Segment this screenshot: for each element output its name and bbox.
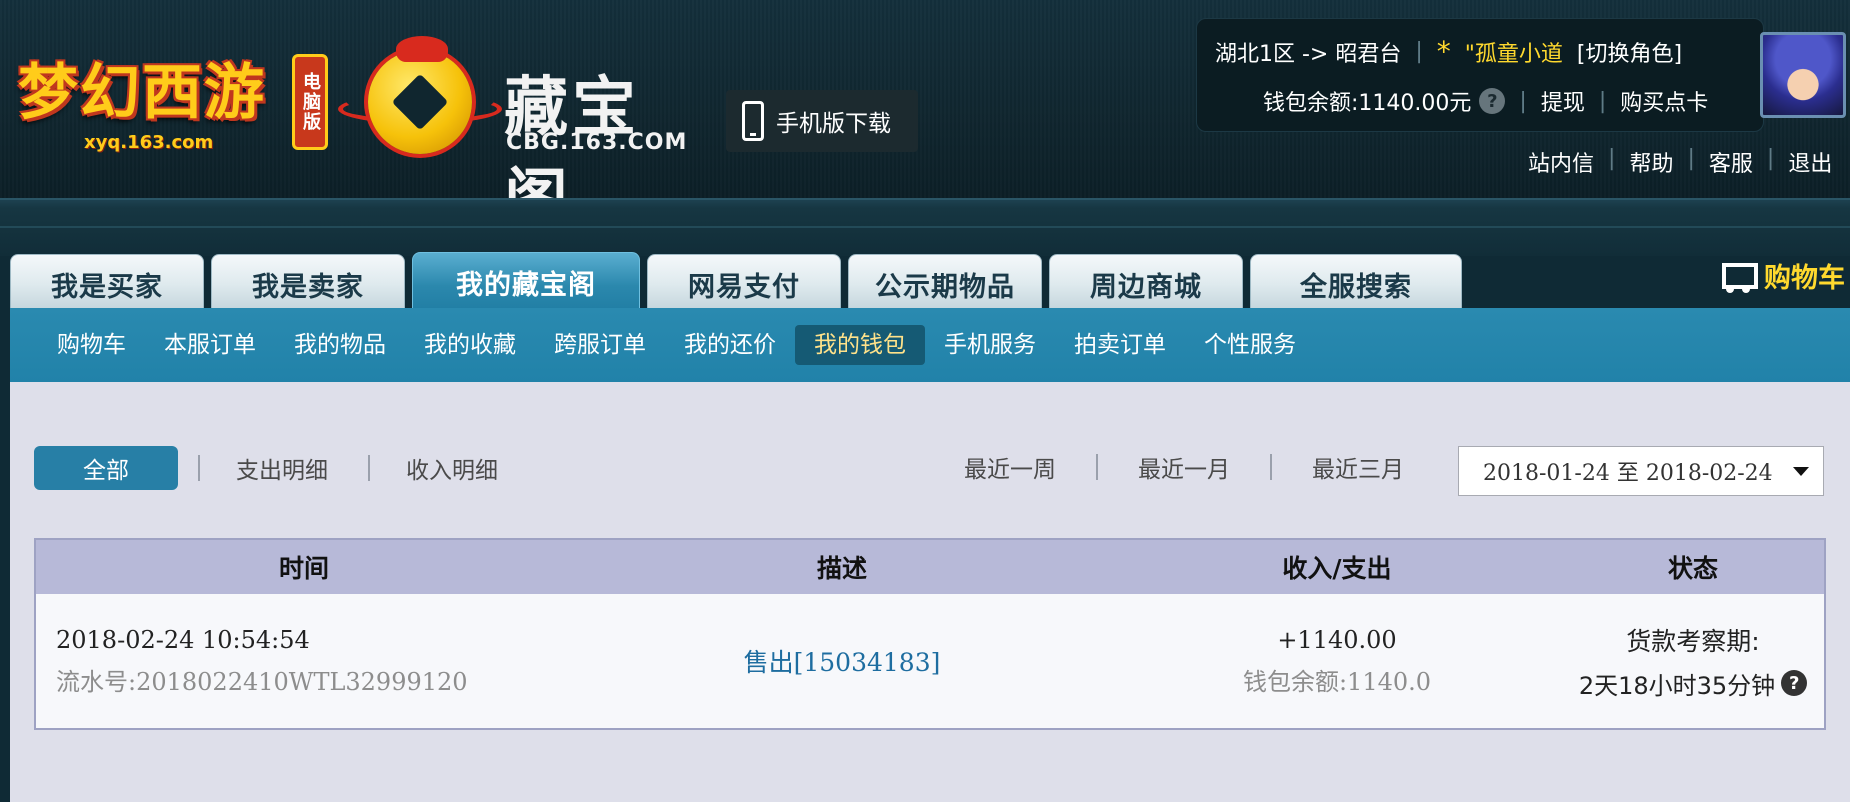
divider xyxy=(198,455,200,481)
filter-income-link[interactable]: 收入明细 xyxy=(406,451,498,485)
server-name: 湖北1区 -> 昭君台 xyxy=(1215,41,1402,67)
subnav-personal-service[interactable]: 个性服务 xyxy=(1185,325,1315,365)
divider: | xyxy=(1608,146,1616,171)
wallet-balance: 1140.00元 xyxy=(1358,91,1472,116)
subnav-my-items[interactable]: 我的物品 xyxy=(275,325,405,365)
top-links: 站内信 | 帮助 | 客服 | 退出 xyxy=(1528,146,1832,178)
game-logo-url: xyq.163.com xyxy=(84,132,214,153)
wallet-label: 钱包余额: xyxy=(1263,91,1359,116)
role-star: * xyxy=(1436,35,1451,68)
cart-label: 购物车 xyxy=(1764,263,1845,294)
amount-cell: +1140.00 钱包余额:1140.0 xyxy=(1112,626,1562,697)
subnav-cross-server-orders[interactable]: 跨服订单 xyxy=(535,325,665,365)
subnav-favorites[interactable]: 我的收藏 xyxy=(405,325,535,365)
subnav-server-orders[interactable]: 本服订单 xyxy=(145,325,275,365)
subnav-mobile-service[interactable]: 手机服务 xyxy=(925,325,1055,365)
wallet-content: 全部 支出明细 收入明细 最近一周 最近一月 最近三月 2018-01-24 至… xyxy=(10,382,1850,802)
date-range-value: 2018-01-24 至 2018-02-24 xyxy=(1483,461,1773,486)
filter-all-button[interactable]: 全部 xyxy=(34,446,178,490)
game-logo[interactable]: 梦幻西游 xyq.163.com 电脑版 xyxy=(12,36,328,156)
help-icon[interactable]: ? xyxy=(1781,670,1808,696)
col-time: 时间 xyxy=(278,554,329,583)
pc-version-badge: 电脑版 xyxy=(292,54,328,150)
avatar[interactable] xyxy=(1760,32,1846,118)
switch-role-link[interactable]: [切换角色] xyxy=(1577,36,1682,68)
subnav-auction-orders[interactable]: 拍卖订单 xyxy=(1055,325,1185,365)
tx-serial: 流水号:2018022410WTL32999120 xyxy=(56,667,468,696)
col-status: 状态 xyxy=(1667,554,1718,583)
filter-expense-link[interactable]: 支出明细 xyxy=(236,451,328,485)
range-quarter-link[interactable]: 最近三月 xyxy=(1312,450,1404,484)
tab-mall[interactable]: 周边商城 xyxy=(1049,254,1243,308)
chevron-down-icon xyxy=(1792,466,1809,476)
transaction-table: 时间 描述 收入/支出 状态 2018-02-24 10:54:54 流水号:2… xyxy=(34,538,1826,730)
subnav-cart[interactable]: 购物车 xyxy=(38,325,145,365)
tab-global-search[interactable]: 全服搜索 xyxy=(1250,254,1462,308)
tab-public-items[interactable]: 公示期物品 xyxy=(848,254,1042,308)
tx-amount: +1140.00 xyxy=(1277,625,1397,654)
status-cell: 货款考察期: 2天18小时35分钟 ? xyxy=(1562,622,1824,701)
tx-status: 货款考察期: xyxy=(1626,626,1760,656)
range-month-link[interactable]: 最近一月 xyxy=(1138,450,1230,484)
divider xyxy=(1096,454,1098,480)
cart-icon xyxy=(1716,259,1758,293)
col-amount: 收入/支出 xyxy=(1282,554,1392,583)
coin-icon xyxy=(368,50,472,154)
user-info-panel: 湖北1区 -> 昭君台 | * "孤童小道 [切换角色] 钱包余额: 1140.… xyxy=(1196,18,1764,132)
logout-link[interactable]: 退出 xyxy=(1788,146,1832,178)
divider: | xyxy=(1415,39,1423,64)
tab-my-cbg[interactable]: 我的藏宝阁 xyxy=(412,252,640,308)
table-header: 时间 描述 收入/支出 状态 xyxy=(36,540,1824,594)
divider: | xyxy=(1687,146,1695,171)
role-name: "孤童小道 xyxy=(1464,41,1563,67)
time-cell: 2018-02-24 10:54:54 流水号:2018022410WTL329… xyxy=(36,626,572,697)
main-tabs: 我是买家 我是卖家 我的藏宝阁 网易支付 公示期物品 周边商城 全服搜索 xyxy=(10,252,1462,308)
divider: | xyxy=(1519,88,1527,114)
tab-netease-pay[interactable]: 网易支付 xyxy=(647,254,841,308)
help-link[interactable]: 帮助 xyxy=(1629,146,1673,178)
sub-navigation: 购物车 本服订单 我的物品 我的收藏 跨服订单 我的还价 我的钱包 手机服务 拍… xyxy=(10,308,1850,382)
bow-icon xyxy=(396,36,448,62)
tx-time: 2018-02-24 10:54:54 xyxy=(56,625,310,654)
range-filter: 最近一周 最近一月 最近三月 xyxy=(964,450,1404,484)
phone-icon xyxy=(742,101,764,141)
subnav-my-offers[interactable]: 我的还价 xyxy=(665,325,795,365)
tx-balance: 钱包余额:1140.0 xyxy=(1242,667,1432,696)
tx-status-detail: 2天18小时35分钟 xyxy=(1578,671,1776,700)
range-week-link[interactable]: 最近一周 xyxy=(964,450,1056,484)
cart-button[interactable]: 购物车 xyxy=(1716,256,1845,295)
divider xyxy=(368,455,370,481)
header-band xyxy=(0,198,1850,256)
mobile-download-button[interactable]: 手机版下载 xyxy=(726,90,918,152)
col-desc: 描述 xyxy=(816,554,867,583)
help-icon[interactable]: ? xyxy=(1479,88,1506,114)
site-header: 梦幻西游 xyq.163.com 电脑版 藏宝阁 CBG.163.COM 手机版… xyxy=(0,0,1850,237)
tab-buyer[interactable]: 我是买家 xyxy=(10,254,204,308)
buy-card-link[interactable]: 购买点卡 xyxy=(1620,85,1708,117)
tx-desc-link[interactable]: 售出[15034183] xyxy=(572,643,1112,679)
service-link[interactable]: 客服 xyxy=(1709,146,1753,178)
tx-status-detail-wrap: 2天18小时35分钟 ? xyxy=(1562,666,1824,701)
withdraw-link[interactable]: 提现 xyxy=(1541,85,1585,117)
game-logo-text: 梦幻西游 xyxy=(18,58,266,128)
table-row: 2018-02-24 10:54:54 流水号:2018022410WTL329… xyxy=(36,594,1824,728)
cbg-logo[interactable]: 藏宝阁 CBG.163.COM xyxy=(338,36,698,237)
tab-seller[interactable]: 我是卖家 xyxy=(211,254,405,308)
message-link[interactable]: 站内信 xyxy=(1528,146,1594,178)
divider xyxy=(1270,454,1272,480)
type-filter: 全部 支出明细 收入明细 xyxy=(34,446,518,490)
mobile-download-label: 手机版下载 xyxy=(776,111,891,137)
date-range-select[interactable]: 2018-01-24 至 2018-02-24 xyxy=(1458,446,1824,496)
subnav-my-wallet[interactable]: 我的钱包 xyxy=(795,325,925,365)
divider: | xyxy=(1598,88,1607,114)
divider: | xyxy=(1766,146,1775,171)
site-url: CBG.163.COM xyxy=(506,130,688,155)
